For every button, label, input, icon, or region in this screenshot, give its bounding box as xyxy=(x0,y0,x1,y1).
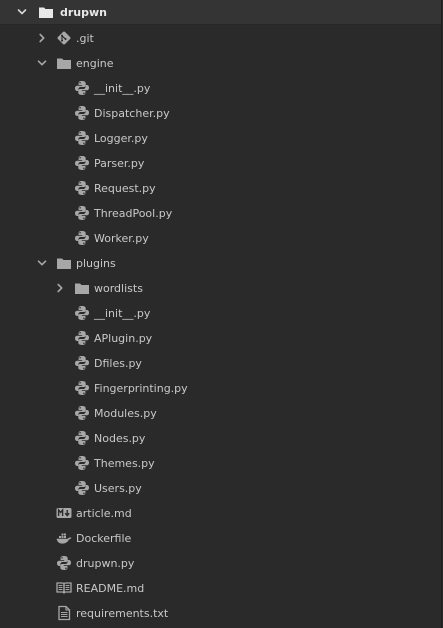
tree-item-label: APlugin.py xyxy=(94,332,153,345)
python-icon xyxy=(75,406,89,420)
tree-item-label: Modules.py xyxy=(94,407,157,420)
tree-item-label: .git xyxy=(76,32,94,45)
tree-item-plugins-fingerprinting[interactable]: Fingerprinting.py xyxy=(0,376,441,401)
git-icon xyxy=(57,31,71,45)
tree-item-label: plugins xyxy=(76,257,116,270)
tree-item-plugins-modules[interactable]: Modules.py xyxy=(0,401,441,426)
tree-item-engine-logger[interactable]: Logger.py xyxy=(0,126,441,151)
tree-item-label: requirements.txt xyxy=(76,607,169,620)
python-icon xyxy=(75,181,89,195)
python-icon xyxy=(75,481,89,495)
python-icon xyxy=(75,131,89,145)
tree-item-wordlists[interactable]: wordlists xyxy=(0,276,441,301)
tree-item-label: wordlists xyxy=(94,282,143,295)
tree-item-plugins[interactable]: plugins xyxy=(0,251,441,276)
tree-item-engine-worker[interactable]: Worker.py xyxy=(0,226,441,251)
readme-icon xyxy=(56,582,72,594)
tree-item-label: Worker.py xyxy=(94,232,149,245)
tree-item-label: Users.py xyxy=(94,482,142,495)
python-icon xyxy=(75,306,89,320)
tree-item-label: Dispatcher.py xyxy=(94,107,170,120)
python-icon xyxy=(75,106,89,120)
tree-item-label: Dockerfile xyxy=(76,532,132,545)
tree-item-engine-init[interactable]: __init__.py xyxy=(0,76,441,101)
tree-item-engine-dispatcher[interactable]: Dispatcher.py xyxy=(0,101,441,126)
tree-item-label: Logger.py xyxy=(94,132,148,145)
tree-item-label: Nodes.py xyxy=(94,432,146,445)
tree-item-label: Parser.py xyxy=(94,157,145,170)
tree-item-label: engine xyxy=(76,57,114,70)
tree-item-label: ThreadPool.py xyxy=(94,207,173,220)
chevron-right-icon[interactable] xyxy=(36,32,48,44)
tree-item-plugins-nodes[interactable]: Nodes.py xyxy=(0,426,441,451)
chevron-down-icon[interactable] xyxy=(16,6,28,18)
chevron-down-icon[interactable] xyxy=(36,257,48,269)
tree-item-article-md[interactable]: article.md xyxy=(0,501,441,526)
tree-item-plugins-aplugin[interactable]: APlugin.py xyxy=(0,326,441,351)
python-icon xyxy=(75,81,89,95)
tree-item-engine-threadpool[interactable]: ThreadPool.py xyxy=(0,201,441,226)
python-icon xyxy=(75,156,89,170)
python-icon xyxy=(75,231,89,245)
chevron-down-icon[interactable] xyxy=(36,57,48,69)
tree-item-git[interactable]: .git xyxy=(0,26,441,51)
tree-item-label: __init__.py xyxy=(94,82,151,95)
tree-item-label: article.md xyxy=(76,507,132,520)
python-icon xyxy=(75,431,89,445)
python-icon xyxy=(75,331,89,345)
tree-item-drupwn[interactable]: drupwn xyxy=(0,0,441,25)
tree-item-label: drupwn.py xyxy=(76,557,135,570)
markdown-icon xyxy=(56,508,72,518)
tree-item-requirements-txt[interactable]: requirements.txt xyxy=(0,601,441,626)
folder-icon xyxy=(39,7,53,18)
tree-item-plugins-dfiles[interactable]: Dfiles.py xyxy=(0,351,441,376)
tree-item-plugins-init[interactable]: __init__.py xyxy=(0,301,441,326)
tree-item-drupwn-py[interactable]: drupwn.py xyxy=(0,551,441,576)
docker-icon xyxy=(56,533,72,544)
tree-item-plugins-users[interactable]: Users.py xyxy=(0,476,441,501)
python-icon xyxy=(75,456,89,470)
tree-item-readme-md[interactable]: README.md xyxy=(0,576,441,601)
tree-item-label: Fingerprinting.py xyxy=(94,382,188,395)
tree-item-plugins-themes[interactable]: Themes.py xyxy=(0,451,441,476)
tree-item-label: Themes.py xyxy=(94,457,155,470)
folder-icon xyxy=(57,58,71,69)
chevron-right-icon[interactable] xyxy=(54,282,66,294)
python-icon xyxy=(75,206,89,220)
tree-item-label: __init__.py xyxy=(94,307,151,320)
text-file-icon xyxy=(58,605,71,621)
tree-item-engine[interactable]: engine xyxy=(0,51,441,76)
folder-icon xyxy=(75,283,89,294)
tree-item-dockerfile[interactable]: Dockerfile xyxy=(0,526,441,551)
python-icon xyxy=(75,356,89,370)
python-icon xyxy=(57,556,71,570)
file-tree: drupwn .git engine __init__.py Dispatcher.p… xyxy=(0,0,442,628)
tree-item-label: drupwn xyxy=(60,6,107,19)
folder-icon xyxy=(57,258,71,269)
tree-item-label: Dfiles.py xyxy=(94,357,142,370)
python-icon xyxy=(75,381,89,395)
tree-item-label: README.md xyxy=(76,582,145,595)
tree-item-engine-request[interactable]: Request.py xyxy=(0,176,441,201)
tree-item-label: Request.py xyxy=(94,182,156,195)
tree-item-engine-parser[interactable]: Parser.py xyxy=(0,151,441,176)
